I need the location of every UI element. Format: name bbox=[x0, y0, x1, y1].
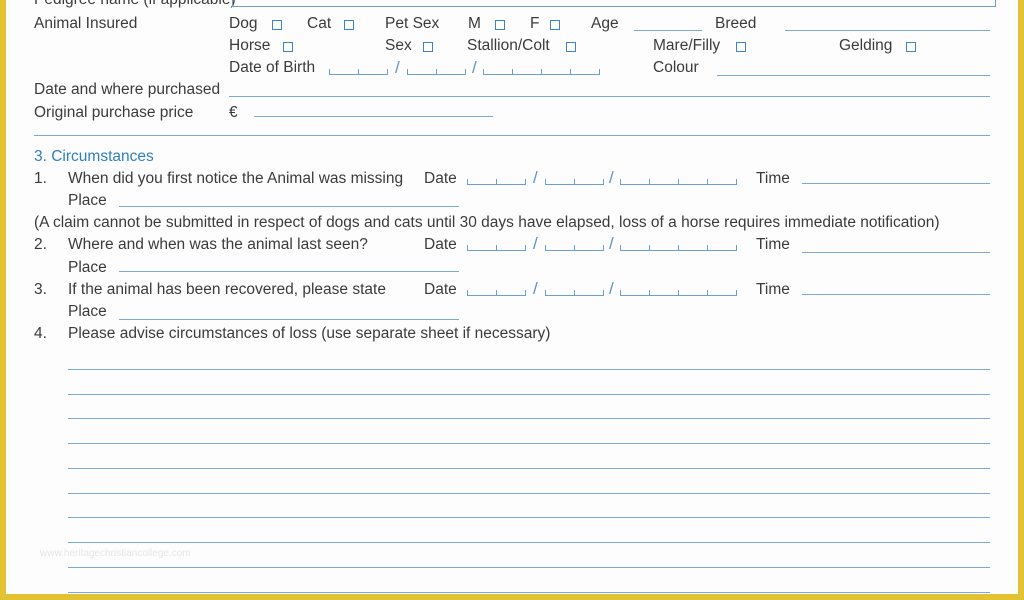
q3-time-label: Time bbox=[756, 281, 790, 298]
male-checkbox[interactable] bbox=[495, 20, 505, 30]
section-divider bbox=[34, 135, 990, 136]
q1-place-field[interactable] bbox=[119, 206, 459, 207]
pedigree-name-field[interactable] bbox=[232, 0, 996, 7]
circumstances-line-8[interactable] bbox=[68, 542, 990, 543]
q2-date-day-field[interactable] bbox=[467, 242, 526, 251]
sex-checkbox[interactable] bbox=[423, 42, 433, 52]
q2-time-field[interactable] bbox=[802, 252, 990, 253]
stallion-colt-checkbox[interactable] bbox=[566, 42, 576, 52]
q1-date-separator-1: / bbox=[533, 168, 538, 187]
claim-form-page: Pedigree name (if applicable) Animal Ins… bbox=[6, 0, 1018, 594]
pet-sex-label: Pet Sex bbox=[385, 15, 440, 32]
age-label: Age bbox=[591, 15, 619, 32]
q1-date-month-field[interactable] bbox=[545, 176, 604, 185]
horse-label: Horse bbox=[229, 37, 271, 54]
colour-label: Colour bbox=[653, 59, 699, 76]
male-label: M bbox=[468, 15, 481, 32]
circumstances-line-1[interactable] bbox=[68, 369, 990, 370]
q2-date-month-field[interactable] bbox=[545, 242, 604, 251]
stallion-colt-label: Stallion/Colt bbox=[467, 37, 550, 54]
q1-date-separator-2: / bbox=[609, 168, 614, 187]
q3-date-separator-1: / bbox=[533, 279, 538, 298]
circumstances-line-7[interactable] bbox=[68, 517, 990, 518]
female-checkbox[interactable] bbox=[550, 20, 560, 30]
q3-time-field[interactable] bbox=[802, 294, 990, 295]
age-field[interactable] bbox=[634, 30, 702, 31]
circumstances-line-9[interactable] bbox=[68, 567, 990, 568]
q1-time-field[interactable] bbox=[802, 183, 990, 184]
date-where-purchased-field[interactable] bbox=[229, 96, 990, 97]
dob-separator-1: / bbox=[395, 58, 400, 77]
animal-insured-label: Animal Insured bbox=[34, 15, 138, 32]
q2-time-label: Time bbox=[756, 236, 790, 253]
circumstances-line-2[interactable] bbox=[68, 394, 990, 395]
gelding-label: Gelding bbox=[839, 37, 893, 54]
breed-field[interactable] bbox=[785, 30, 990, 31]
q2-date-year-field[interactable] bbox=[620, 242, 737, 251]
gelding-checkbox[interactable] bbox=[906, 42, 916, 52]
original-price-label: Original purchase price bbox=[34, 104, 194, 121]
q3-date-day-field[interactable] bbox=[467, 287, 526, 296]
q2-number: 2. bbox=[34, 236, 47, 253]
breed-label: Breed bbox=[715, 15, 757, 32]
circumstances-line-6[interactable] bbox=[68, 493, 990, 494]
claim-note: (A claim cannot be submitted in respect … bbox=[34, 214, 940, 231]
q2-date-label: Date bbox=[424, 236, 457, 253]
circumstances-line-4[interactable] bbox=[68, 443, 990, 444]
q1-place-label: Place bbox=[68, 192, 107, 209]
dog-label: Dog bbox=[229, 15, 258, 32]
q1-text: When did you first notice the Animal was… bbox=[68, 170, 404, 187]
q3-date-separator-2: / bbox=[609, 279, 614, 298]
mare-filly-checkbox[interactable] bbox=[736, 42, 746, 52]
q3-place-field[interactable] bbox=[119, 319, 459, 320]
cat-label: Cat bbox=[307, 15, 332, 32]
female-label: F bbox=[530, 15, 540, 32]
q3-date-label: Date bbox=[424, 281, 457, 298]
q4-text: Please advise circumstances of loss (use… bbox=[68, 325, 551, 342]
q1-number: 1. bbox=[34, 170, 47, 187]
pedigree-label: Pedigree name (if applicable) bbox=[34, 0, 236, 9]
dog-checkbox[interactable] bbox=[272, 20, 282, 30]
horse-checkbox[interactable] bbox=[283, 42, 293, 52]
mare-filly-label: Mare/Filly bbox=[653, 37, 721, 54]
q4-number: 4. bbox=[34, 325, 47, 342]
q1-date-day-field[interactable] bbox=[467, 176, 526, 185]
q3-date-year-field[interactable] bbox=[620, 287, 737, 296]
circumstances-line-3[interactable] bbox=[68, 418, 990, 419]
q2-date-separator-2: / bbox=[609, 234, 614, 253]
q1-date-year-field[interactable] bbox=[620, 176, 737, 185]
watermark: www.heritagechristiancollege.com bbox=[40, 548, 191, 559]
circumstances-line-5[interactable] bbox=[68, 468, 990, 469]
q3-place-label: Place bbox=[68, 303, 107, 320]
date-where-purchased-label: Date and where purchased bbox=[34, 81, 221, 98]
q1-time-label: Time bbox=[756, 170, 790, 187]
q2-text: Where and when was the animal last seen? bbox=[68, 236, 368, 253]
dob-year-field[interactable] bbox=[483, 66, 600, 75]
q3-date-month-field[interactable] bbox=[545, 287, 604, 296]
dob-month-field[interactable] bbox=[407, 66, 466, 75]
dob-separator-2: / bbox=[472, 58, 477, 77]
q3-number: 3. bbox=[34, 281, 47, 298]
original-price-field[interactable] bbox=[254, 116, 493, 117]
sex-label: Sex bbox=[385, 37, 412, 54]
colour-field[interactable] bbox=[717, 75, 990, 76]
circumstances-line-10[interactable] bbox=[68, 592, 990, 593]
dob-day-field[interactable] bbox=[329, 66, 388, 75]
euro-symbol: € bbox=[229, 104, 238, 121]
q2-date-separator-1: / bbox=[533, 234, 538, 253]
q2-place-field[interactable] bbox=[119, 271, 459, 272]
q1-date-label: Date bbox=[424, 170, 457, 187]
q2-place-label: Place bbox=[68, 259, 107, 276]
date-of-birth-label: Date of Birth bbox=[229, 59, 316, 76]
q3-text: If the animal has been recovered, please… bbox=[68, 281, 386, 298]
cat-checkbox[interactable] bbox=[344, 20, 354, 30]
section-3-heading: 3. Circumstances bbox=[34, 148, 154, 165]
